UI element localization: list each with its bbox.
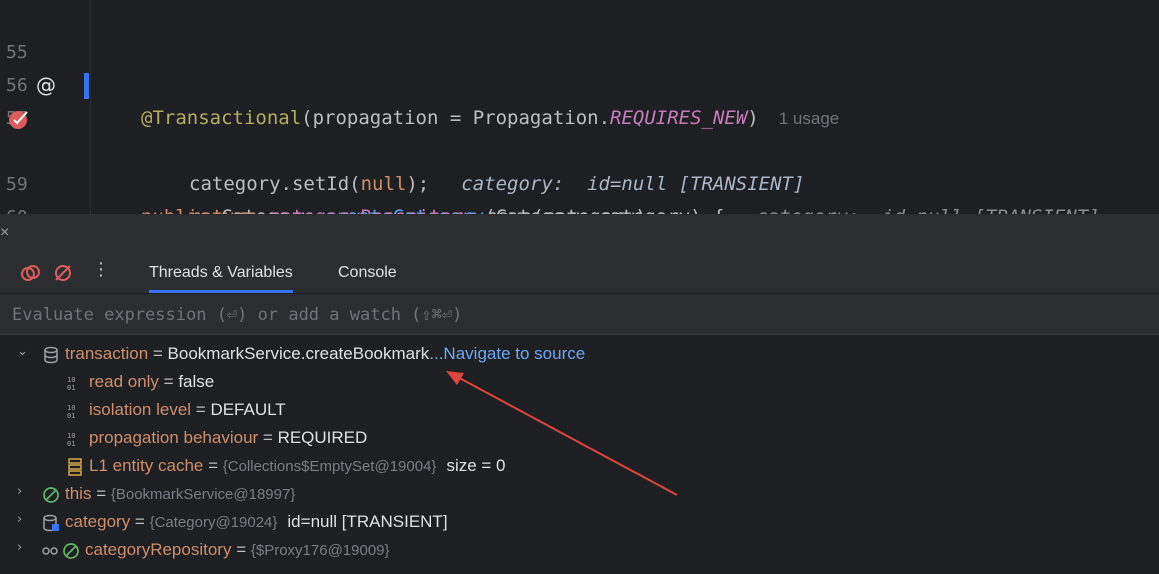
mute-breakpoints-icon[interactable] — [53, 263, 73, 283]
variable-row-transaction[interactable]: ⌄ transaction = BookmarkService.createBo… — [0, 340, 1159, 368]
variable-name: L1 entity cache — [89, 456, 204, 475]
evaluate-expression-input[interactable] — [10, 302, 1114, 328]
variable-name: category — [65, 512, 131, 531]
tab-threads-variables[interactable]: Threads & Variables — [149, 253, 293, 293]
equals-sign: = — [231, 540, 251, 559]
equals-sign: = — [91, 484, 111, 503]
navigate-to-source-link[interactable]: ...Navigate to source — [429, 344, 585, 363]
object-reference: {Collections$EmptySet@19004} — [222, 458, 437, 475]
field-token: categoryRepository — [269, 206, 475, 214]
variable-text: this = {BookmarkService@18997} — [65, 480, 295, 509]
code-line-60[interactable]: 60 } — [0, 168, 1159, 214]
expand-chevron-icon[interactable]: › — [17, 506, 31, 534]
svg-text:01: 01 — [67, 412, 75, 420]
implements-icon[interactable]: @ — [36, 75, 56, 95]
variable-row-isolation-level[interactable]: 10 01 isolation level = DEFAULT — [0, 396, 1159, 424]
variable-value: DEFAULT — [210, 400, 286, 419]
svg-text:01: 01 — [67, 384, 75, 392]
proxy-icon — [42, 543, 79, 559]
variable-row-category-repository[interactable]: › categoryRepository = {$Proxy176@19009} — [0, 536, 1159, 564]
variable-value: REQUIRED — [277, 428, 368, 447]
code-line-57[interactable]: 57 @ public Category createCategory(Cate… — [0, 69, 1159, 214]
inline-debug-value: category: id=null [TRANSIENT] — [756, 206, 1099, 214]
keyword-token: return — [189, 206, 258, 214]
variable-text: categoryRepository = {$Proxy176@19009} — [85, 536, 390, 565]
variables-tree[interactable]: ⌄ transaction = BookmarkService.createBo… — [0, 335, 1159, 574]
variable-name: propagation behaviour — [89, 428, 259, 447]
variable-value: size = 0 — [446, 456, 506, 475]
close-icon[interactable]: × — [0, 224, 9, 242]
variable-name: this — [65, 484, 92, 503]
equals-sign: = — [130, 512, 150, 531]
code-editor[interactable]: 55 56 @Transactional(propagation = Propa… — [0, 0, 1159, 214]
svg-text:01: 01 — [67, 440, 75, 448]
evaluate-bar — [0, 294, 1159, 335]
code-line-59[interactable]: 59 return categoryRepository.save(catego… — [0, 135, 1159, 214]
binary-icon: 10 01 — [67, 404, 75, 420]
variable-row-propagation-behaviour[interactable]: 10 01 propagation behaviour = REQUIRED — [0, 424, 1159, 452]
no-entry-icon — [43, 487, 59, 503]
variable-row-read-only[interactable]: 10 01 read only = false — [0, 368, 1159, 396]
svg-text:10: 10 — [67, 376, 75, 384]
breakpoint-icon[interactable] — [8, 108, 30, 130]
debug-panel-header — [0, 215, 1159, 253]
equals-sign: = — [191, 400, 211, 419]
expand-chevron-icon[interactable]: › — [17, 478, 31, 506]
equals-sign: = — [148, 344, 168, 363]
expand-chevron-icon[interactable]: › — [17, 534, 31, 562]
object-reference: {$Proxy176@19009} — [250, 542, 390, 559]
tab-console[interactable]: Console — [338, 253, 397, 293]
variable-name: transaction — [65, 344, 149, 363]
vcs-change-marker[interactable] — [84, 73, 89, 99]
equals-sign: = — [258, 428, 278, 447]
variable-text: propagation behaviour = REQUIRED — [89, 424, 367, 452]
variable-text: category = {Category@19024} id=null [TRAN… — [65, 508, 448, 537]
code-line-58[interactable]: category.setId(null); category: id=null [… — [0, 102, 1159, 195]
equals-sign: = — [203, 456, 223, 475]
variable-value: BookmarkService.createBookmark — [167, 344, 430, 363]
line-number: 60 — [6, 201, 34, 214]
code-line-56[interactable]: 56 @Transactional(propagation = Propagat… — [0, 36, 1159, 129]
code-token: .save(category); — [475, 206, 658, 214]
database-icon — [44, 346, 58, 364]
variable-value: id=null [TRANSIENT] — [287, 512, 448, 531]
svg-text:10: 10 — [67, 432, 75, 440]
binary-icon: 10 01 — [67, 432, 75, 448]
list-icon — [68, 458, 82, 476]
variable-name: isolation level — [89, 400, 192, 419]
entity-icon — [43, 514, 59, 532]
variable-value: false — [178, 372, 215, 391]
equals-sign: = — [158, 372, 179, 391]
object-reference: {Category@19024} — [149, 514, 278, 531]
svg-text:10: 10 — [67, 404, 75, 412]
variable-row-l1-entity-cache[interactable]: L1 entity cache = {Collections$EmptySet@… — [0, 452, 1159, 480]
code-text: return categoryRepository.save(category)… — [189, 201, 658, 214]
collapse-chevron-icon[interactable]: ⌄ — [17, 338, 31, 366]
object-reference: {BookmarkService@18997} — [110, 486, 296, 503]
more-options-icon[interactable]: ⋮ — [92, 259, 110, 280]
variable-text: transaction = BookmarkService.createBook… — [65, 340, 585, 368]
code-line-55[interactable]: 55 — [0, 3, 1159, 63]
variable-text: isolation level = DEFAULT — [89, 396, 286, 424]
variable-name: read only — [89, 372, 159, 391]
binary-icon: 10 01 — [67, 376, 75, 392]
variable-name: categoryRepository — [85, 540, 232, 559]
variable-row-category[interactable]: › category = {Category@19024} id=null [TR… — [0, 508, 1159, 536]
variable-text: read only = false — [89, 368, 214, 396]
debug-toolbar: ⋮ Threads & Variables Console — [0, 253, 1159, 294]
variable-row-this[interactable]: › this = {BookmarkService@18997} — [0, 480, 1159, 508]
variable-text: L1 entity cache = {Collections$EmptySet@… — [89, 452, 506, 481]
view-breakpoints-icon[interactable] — [20, 263, 40, 283]
